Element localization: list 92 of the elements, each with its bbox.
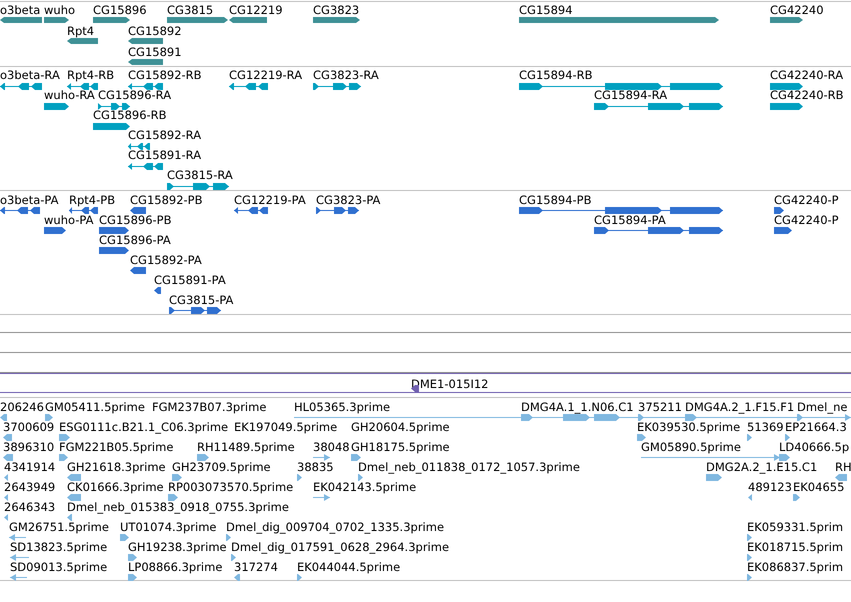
feature-label: GH23709.5prime [172,461,271,474]
feature-label: RH [835,461,851,474]
feature-label: 2643949 [4,481,56,494]
feature-label: 3896310 [3,441,54,454]
feature-label: FGM237B07.3prime [152,401,266,414]
feature-label: CG12219-RA [229,69,302,82]
feature-label: GM05890.5prime [641,441,741,454]
feature-label: DMG2A.2_1.E15.C1 [706,461,818,474]
feature-label: CG15891-RA [128,149,202,162]
feature-label: CG15892-PA [130,254,202,267]
feature-label: EK039530.5prime [637,421,740,434]
feature-label: SD13823.5prime [10,541,108,554]
feature-label: o3beta [0,4,40,17]
feature-label: UT01074.3prime [120,521,216,534]
feature-label: Dmel_dig_017591_0628_2964.3prime [231,541,450,554]
feature-label: CG15896-PA [99,234,171,247]
feature-label: CG15894-RB [519,69,593,82]
feature-label: EK059331.5prim [747,521,844,534]
feature-label: ESG0111c.B21.1_C06.3prime [59,421,228,434]
feature-label: CG12219 [229,4,283,17]
feature-label: 38835 [297,461,334,474]
feature-label: wuho [44,4,76,17]
feature-label: CG15896-PB [99,214,172,227]
feature-label: EK197049.5prime [234,421,338,434]
feature-label: GH19238.3prime [128,541,227,554]
feature-label: CG42240-P [774,194,839,207]
feature-label: 38048 [313,441,350,454]
feature-label: RH11489.5prime [197,441,295,454]
feature-label: o3beta-PA [0,194,58,207]
feature-label: 4341914 [4,461,56,474]
feature-label: Dmel_ne [797,401,848,414]
feature-label: Rpt4 [67,25,94,38]
feature-label: CK01666.3prime [67,481,164,494]
feature-label: EK042143.5prime [313,481,416,494]
feature-label: DME1-015I12 [411,378,488,391]
feature-label: DMG4A.1_1.N06.C1 [521,401,634,414]
feature-label: CG15892-RA [128,129,202,142]
feature-label: GH18175.5prime [351,441,450,454]
feature-label: CG3823-RA [313,69,379,82]
feature-label: LP08866.3prime [128,561,222,574]
feature-label: EK086837.5prim [747,561,844,574]
feature-label: CG15892 [128,25,182,38]
feature-label: GM26751.5prime [9,521,109,534]
feature-label: LD40666.5p [779,441,850,454]
feature-label: CG15896-RB [93,109,167,122]
feature-label: o3beta-RA [0,69,60,82]
feature-label: HL05365.3prime [294,401,390,414]
feature-label: CG3815-RA [167,169,233,182]
feature-label: CG15894-RA [594,89,668,102]
feature-label: CG15891 [128,46,182,59]
feature-label: Dmel_neb_011838_0172_1057.3prime [358,461,580,474]
feature-label: CG42240-RB [770,89,844,102]
feature-label: CG15894-PA [594,214,666,227]
feature-label: CG3823-PA [316,194,380,207]
feature-label: CG15894 [519,4,573,17]
feature-label: SD09013.5prime [10,561,108,574]
feature-label: EK018715.5prim [747,541,844,554]
feature-label: CG15892-RB [128,69,202,82]
feature-label: CG3823 [313,4,360,17]
feature-label: CG3815 [167,4,214,17]
feature-label: CG15891-PA [154,274,226,287]
feature-label: EP21664.3 [785,421,847,434]
feature-label: CG15894-PB [519,194,592,207]
feature-label: Dmel_dig_009704_0702_1335.3prime [226,521,444,534]
feature-label: GH21618.3prime [67,461,166,474]
feature-label: CG42240-P [774,214,839,227]
feature-label: Rpt4-RB [67,69,114,82]
feature-label: CG42240 [770,4,824,17]
feature-label: EK044044.5prime [297,561,400,574]
feature-label: GM05411.5prime [45,401,145,414]
feature-label: EK04655 [793,481,844,494]
feature-label: GH20604.5prime [351,421,450,434]
feature-label: wuho-RA [44,89,95,102]
feature-label: DMG4A.2_1.F15.F1 [685,401,794,414]
feature-label: FGM221B05.5prime [59,441,174,454]
feature-label: wuho-PA [44,214,94,227]
feature-label: CG12219-PA [234,194,306,207]
feature-label: RP003073570.5prime [168,481,294,494]
feature-label: CG15896-RA [98,89,172,102]
feature-label: CG15892-PB [130,194,202,207]
feature-label: Rpt4-PB [69,194,116,207]
feature-label: 206246 [0,401,44,414]
feature-label: 317274 [234,561,278,574]
feature-label: 3700609 [3,421,54,434]
feature-label: CG42240-RA [770,69,844,82]
feature-label: CG15896 [93,4,147,17]
feature-label: CG3815-PA [169,294,234,307]
feature-label: 375211 [638,401,682,414]
feature-label: 2646343 [4,501,56,514]
feature-label: Dmel_neb_015383_0918_0755.3prime [67,501,289,514]
feature-label: 51369 [747,421,784,434]
feature-label: 489123 [748,481,792,494]
